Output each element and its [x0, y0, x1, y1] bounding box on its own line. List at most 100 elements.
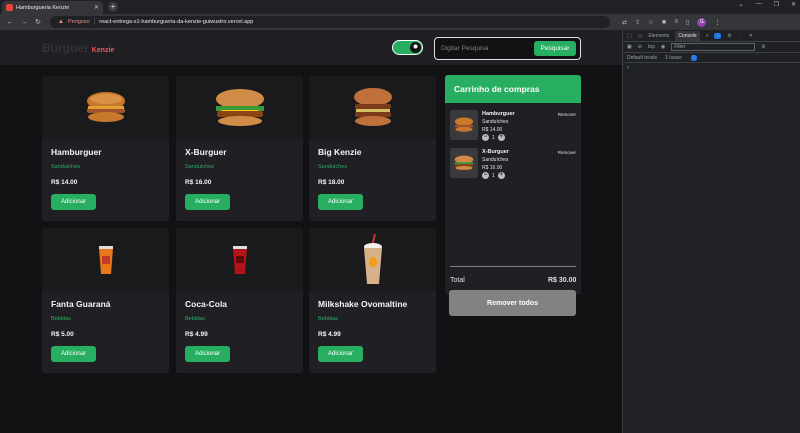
add-to-cart-button[interactable]: Adicionar — [51, 194, 96, 210]
product-image — [42, 228, 169, 291]
logo: Burguer Kenzie — [42, 41, 114, 55]
favicon-icon — [6, 4, 13, 11]
log-levels-dropdown[interactable]: Default levels — [627, 55, 657, 61]
inspect-icon[interactable]: ⬚ — [627, 33, 632, 39]
product-category: Bebidas — [51, 316, 71, 322]
clear-console-icon[interactable]: ⊘ — [638, 44, 642, 50]
share-icon[interactable]: ⇪ — [635, 19, 640, 26]
site-header: Burguer Kenzie ✹ Pesquisar — [0, 30, 622, 65]
devtools-panel: ⬚ ▭ Elements Console » 1 ⚙ ⋮ ✕ ▣ ⊘ top ◉… — [622, 30, 800, 433]
warning-icon: ▲ — [58, 19, 64, 25]
issues-badge[interactable]: 1 — [714, 32, 722, 39]
log-levels-bar: Default levels 1 Issue: 1 — [623, 53, 800, 63]
settings-gear-icon[interactable]: ⚙ — [727, 33, 731, 39]
product-price: R$ 4.99 — [185, 331, 208, 338]
product-card: Milkshake Ovomaltine Bebidas R$ 4.99 Adi… — [309, 228, 436, 373]
theme-toggle[interactable]: ✹ — [392, 40, 423, 55]
product-price: R$ 5.00 — [51, 331, 74, 338]
sidebar-toggle-icon[interactable]: ▣ — [627, 44, 632, 50]
burger-icon — [454, 117, 474, 132]
product-name: Fanta Guaraná — [51, 299, 111, 309]
address-bar[interactable]: ▲ Perigoso | react-entrega-s1-hamburguer… — [50, 16, 610, 28]
product-image — [309, 76, 436, 139]
cart-item-price: R$ 14.00 — [482, 127, 503, 133]
soda-cup-icon — [98, 245, 113, 274]
search-button[interactable]: Pesquisar — [534, 41, 576, 56]
sun-icon: ✹ — [410, 42, 421, 53]
extensions-icon[interactable]: ✱ — [661, 19, 666, 26]
chevron-down-icon[interactable]: ⌄ — [739, 1, 744, 8]
console-settings-gear-icon[interactable]: ⚙ — [761, 44, 765, 50]
new-tab-button[interactable]: + — [108, 2, 118, 12]
devtools-tabs: ⬚ ▭ Elements Console » 1 ⚙ ⋮ ✕ — [623, 30, 800, 42]
plus-icon[interactable]: + — [497, 172, 505, 179]
product-category: Sanduíches — [185, 164, 215, 170]
product-card: X-Burguer Sanduíches R$ 16.00 Adicionar — [176, 76, 303, 221]
close-tab-icon[interactable]: ✕ — [94, 4, 99, 11]
product-image — [42, 76, 169, 139]
double-burger-icon — [353, 87, 392, 126]
add-to-cart-button[interactable]: Adicionar — [185, 346, 230, 362]
url-separator: | — [93, 19, 96, 25]
console-prompt-icon[interactable]: › — [627, 65, 800, 71]
search-input[interactable] — [441, 45, 529, 52]
cheeseburger-icon — [215, 88, 264, 126]
logo-sub: Kenzie — [91, 47, 115, 54]
translate-icon[interactable]: ⇄ — [622, 19, 627, 26]
minus-icon[interactable]: − — [482, 134, 489, 141]
product-name: X-Burguer — [185, 147, 227, 157]
kebab-menu-icon[interactable]: ⋮ — [738, 33, 743, 39]
cheeseburger-icon — [454, 155, 474, 170]
minimize-icon[interactable]: — — [756, 1, 762, 8]
filter-input[interactable]: Filter — [671, 43, 756, 51]
forward-icon[interactable]: → — [20, 19, 28, 26]
burger-icon — [86, 91, 125, 122]
context-select[interactable]: top — [648, 44, 655, 50]
shopping-cart: Carrinho de compras Hamburguer Sanduíche… — [445, 75, 581, 295]
quantity-value: 1 — [492, 134, 495, 141]
cart-item-name: X-Burguer — [482, 149, 509, 155]
menu-icon[interactable]: ⋮ — [714, 19, 720, 26]
window-controls: ⌄ — ❐ ✕ — [739, 1, 796, 8]
minus-icon[interactable]: − — [482, 172, 489, 179]
toolbar-icons: ⇄ ⇪ ☆ ✱ ≡ ▯ G ⋮ — [622, 17, 720, 27]
add-to-cart-button[interactable]: Adicionar — [318, 194, 363, 210]
product-name: Coca-Cola — [185, 299, 228, 309]
product-price: R$ 18.00 — [318, 179, 345, 186]
media-icon[interactable]: ≡ — [674, 19, 678, 25]
back-icon[interactable]: ← — [6, 19, 14, 26]
browser-tabstrip: Hamburgueria Kenzie ✕ + ⌄ — ❐ ✕ — [0, 0, 800, 14]
profile-avatar[interactable]: G — [697, 17, 707, 27]
remove-all-button[interactable]: Remover todos — [449, 290, 576, 316]
close-window-icon[interactable]: ✕ — [791, 1, 796, 8]
device-toggle-icon[interactable]: ▭ — [638, 33, 643, 39]
add-to-cart-button[interactable]: Adicionar — [185, 194, 230, 210]
tab-console[interactable]: Console — [675, 30, 700, 41]
eye-icon[interactable]: ◉ — [661, 44, 665, 50]
more-tabs-icon[interactable]: » — [706, 33, 709, 39]
product-name: Milkshake Ovomaltine — [318, 299, 408, 309]
restore-icon[interactable]: ❐ — [774, 1, 779, 8]
cola-cup-icon — [232, 245, 247, 274]
product-price: R$ 4.99 — [318, 331, 341, 338]
cart-divider — [450, 266, 576, 267]
cart-title: Carrinho de compras — [445, 75, 581, 103]
product-category: Sanduíches — [51, 164, 81, 170]
product-price: R$ 14.00 — [51, 179, 78, 186]
remove-item-button[interactable]: Remover — [558, 112, 576, 117]
add-to-cart-button[interactable]: Adicionar — [51, 346, 96, 362]
milkshake-icon — [363, 233, 382, 284]
cart-item-category: Sanduíches — [482, 119, 509, 125]
product-name: Hamburguer — [51, 147, 102, 157]
sidepanel-icon[interactable]: ▯ — [686, 19, 689, 26]
issues-link[interactable]: 1 Issue: — [665, 55, 683, 61]
close-devtools-icon[interactable]: ✕ — [749, 33, 753, 39]
reload-icon[interactable]: ↻ — [34, 18, 42, 26]
plus-icon[interactable]: + — [497, 134, 505, 141]
bookmark-star-icon[interactable]: ☆ — [648, 19, 653, 26]
tab-elements[interactable]: Elements — [648, 33, 669, 39]
remove-item-button[interactable]: Remover — [558, 150, 576, 155]
browser-tab[interactable]: Hamburgueria Kenzie ✕ — [2, 1, 103, 14]
add-to-cart-button[interactable]: Adicionar — [318, 346, 363, 362]
product-category: Bebidas — [318, 316, 338, 322]
